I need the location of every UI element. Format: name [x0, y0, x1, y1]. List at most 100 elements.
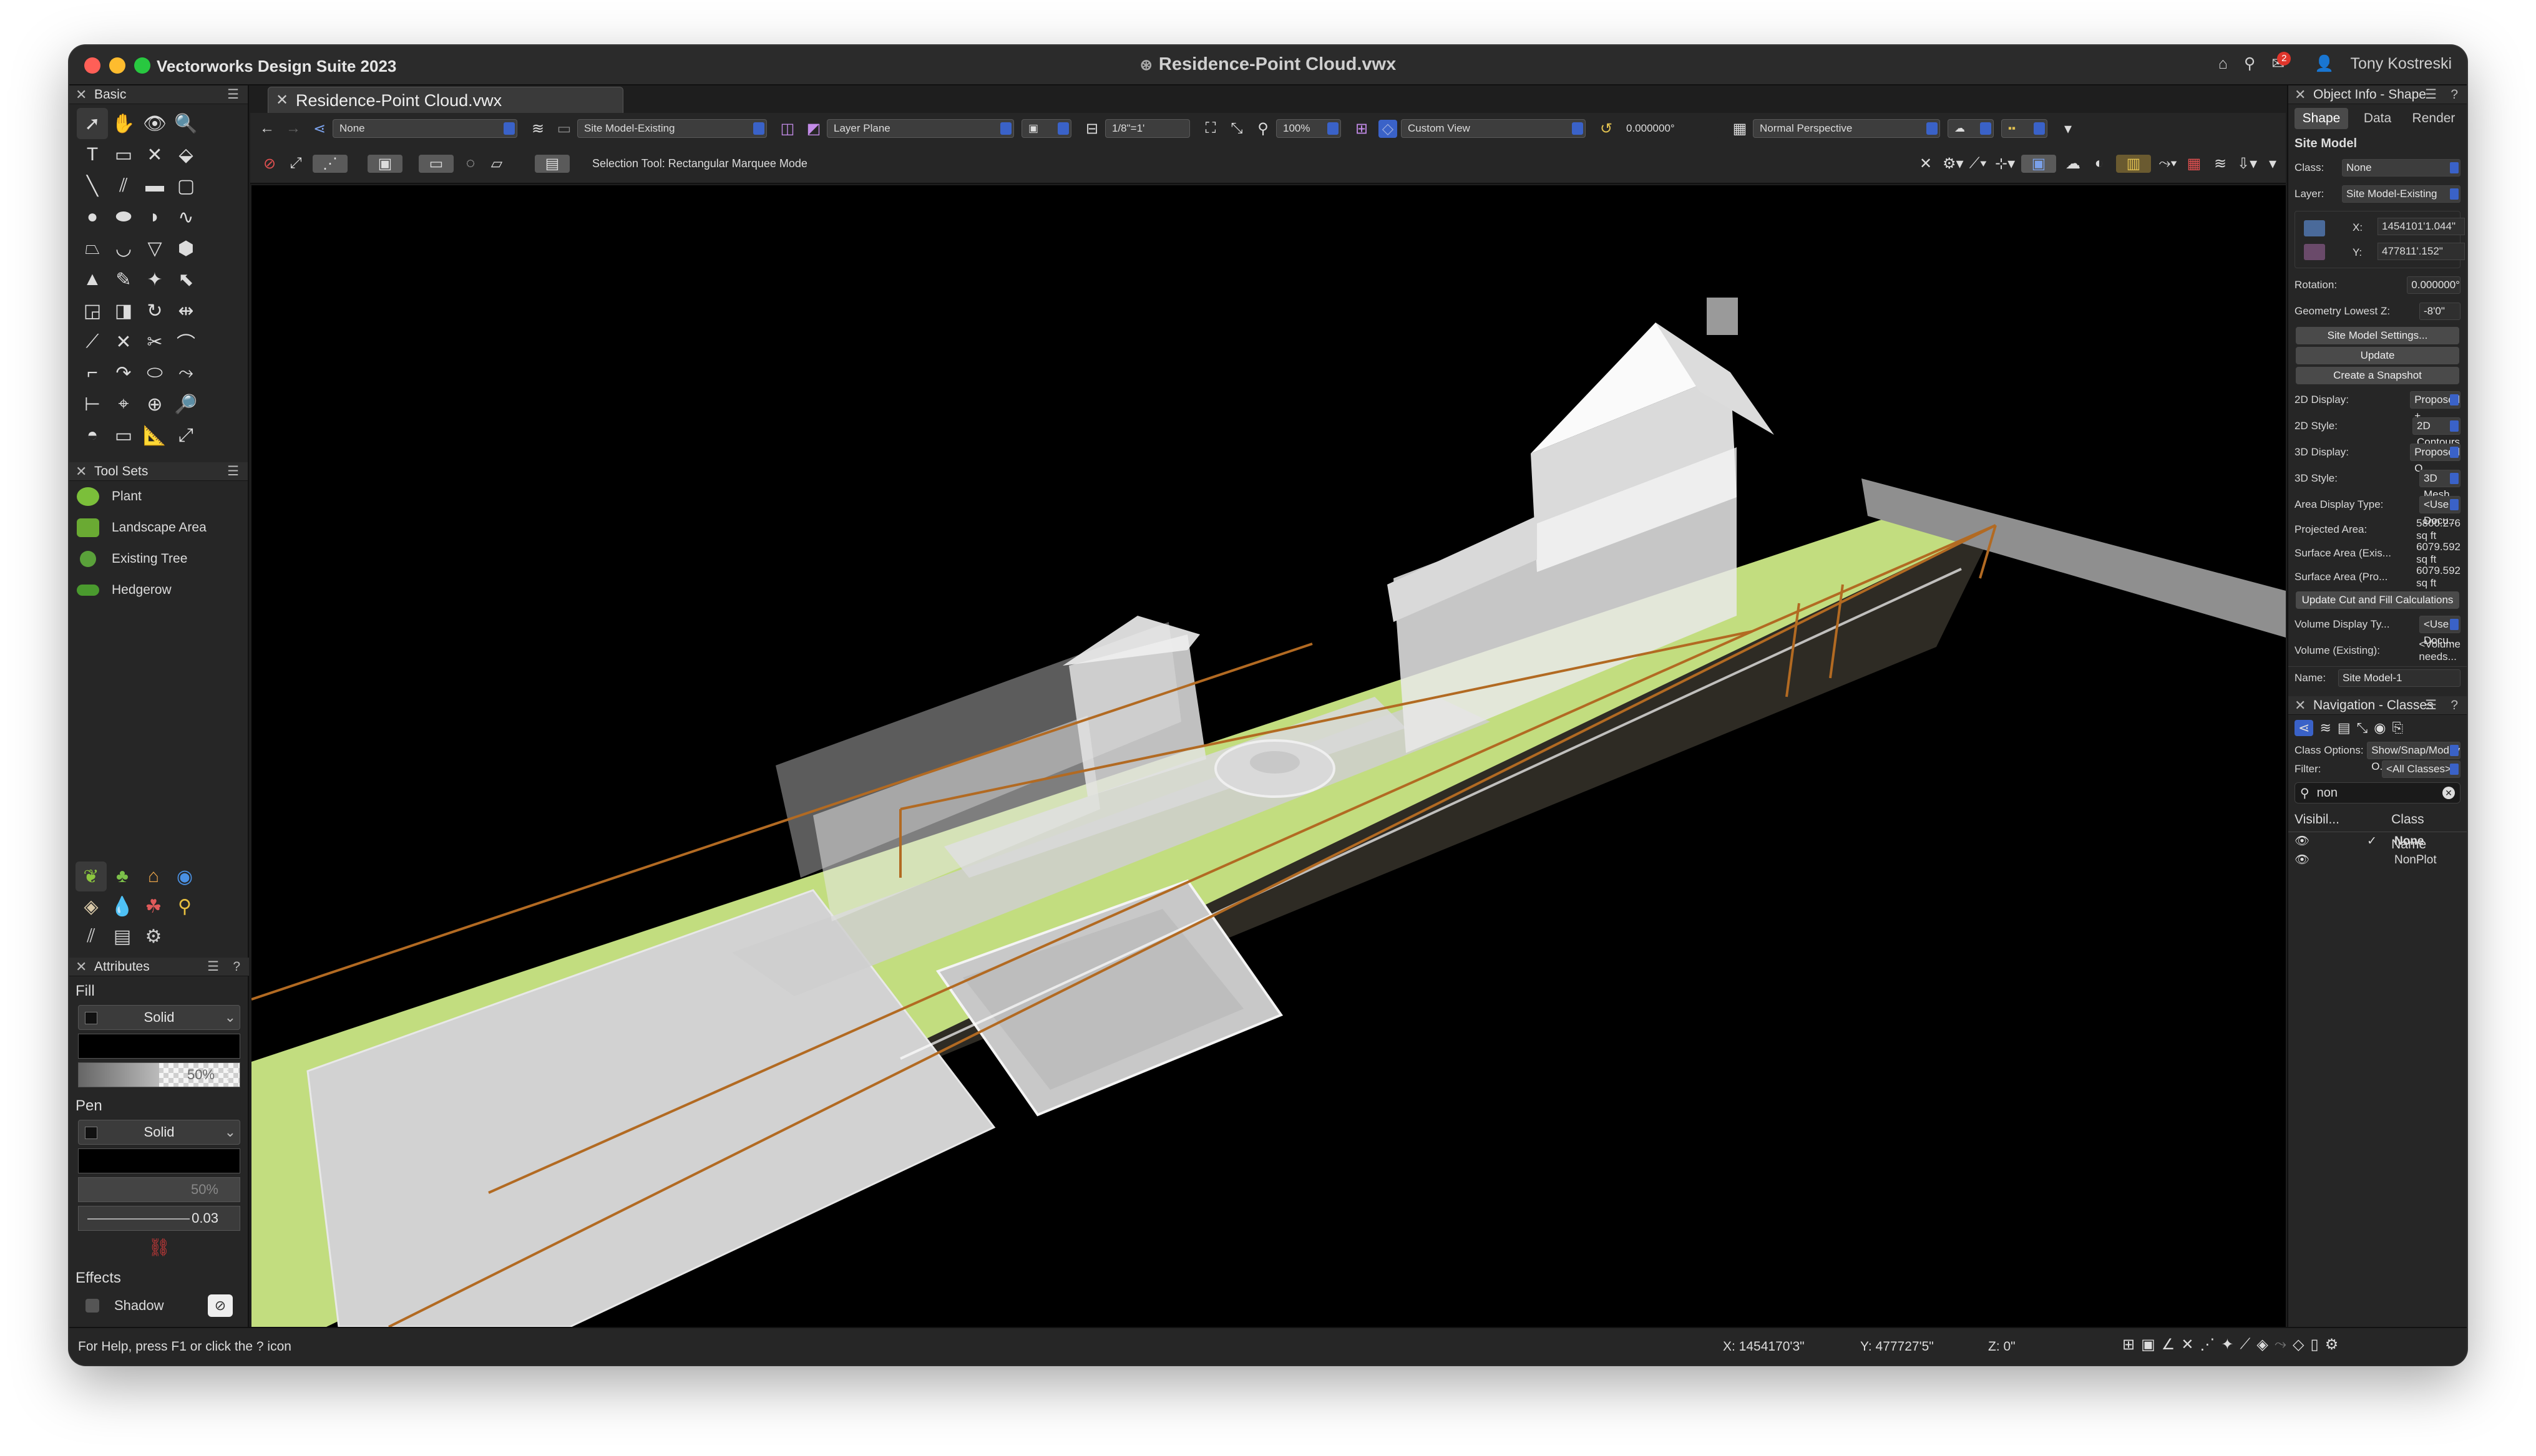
snap-options-icon[interactable]: ⊹▾ [1995, 155, 2015, 173]
class-row-nonplot[interactable]: 👁 NonPlot [2288, 851, 2467, 870]
arc-dimension-tool-icon[interactable]: ◓ [77, 420, 108, 451]
snap-loupe-icon[interactable]: ◇ [2293, 1336, 2304, 1354]
rotation-field[interactable]: 0.000000° [1619, 119, 1719, 138]
flyover-tool-icon[interactable]: 👁 [139, 108, 170, 139]
layer-options-icon[interactable]: ▭ [555, 120, 573, 138]
x-field[interactable]: 1454101'1.044" [2378, 218, 2465, 235]
site-model-settings-button[interactable]: Site Model Settings... [2296, 327, 2459, 344]
3d-display-dropdown[interactable]: Proposed O... [2410, 444, 2460, 474]
selection-tool-icon[interactable]: ➚ [77, 108, 108, 139]
tool-set-plant[interactable]: Plant [69, 481, 248, 512]
stipple-tool-icon[interactable]: ⬙ [170, 139, 202, 170]
working-plane-icon[interactable]: ◫ [778, 120, 797, 138]
render-preview-icon[interactable]: ☁ [2064, 155, 2082, 173]
polygon-tool-icon[interactable]: ▽ [139, 233, 170, 264]
shadow-checkbox[interactable] [85, 1299, 99, 1313]
view-bar-overflow-icon[interactable]: ▾ [2059, 120, 2077, 138]
class-search-field[interactable]: ⚲ non ✕ [2295, 782, 2460, 803]
tangent-arc-tool-icon[interactable]: ↷ [108, 357, 139, 389]
rotation-field[interactable]: 0.000000° [2407, 276, 2460, 294]
dimension-toolset-icon[interactable]: ⚲ [169, 891, 200, 921]
object-snap-icon[interactable]: ▣ [2021, 154, 2056, 173]
zoom-field[interactable]: 100% [1276, 119, 1341, 138]
irrigation-toolset-icon[interactable]: 💧 [107, 891, 138, 921]
dimension-tool-icon[interactable]: ✕ [139, 139, 170, 170]
snapshot-select[interactable]: ▪▪ [2001, 119, 2047, 138]
wand-tool-icon[interactable]: ✦ [139, 264, 170, 295]
position-box-icon[interactable] [2304, 220, 2325, 236]
layers-stack-icon[interactable]: ≋ [2211, 155, 2230, 173]
tool-set-landscape-area[interactable]: Landscape Area [69, 512, 248, 543]
area-type-dropdown[interactable]: <Use Docu... [2419, 496, 2460, 527]
oval-tool-icon[interactable]: ⬬ [108, 201, 139, 233]
volume-type-dropdown[interactable]: <Use Docu... [2419, 616, 2460, 646]
pen-color-swatch[interactable] [78, 1148, 240, 1173]
forward-arrow-icon[interactable]: → [284, 120, 303, 137]
scale-field[interactable]: 1/8"=1' [1105, 119, 1190, 138]
arc-tool-icon[interactable]: ⌒ [170, 326, 202, 357]
double-line-tool-icon[interactable]: ⫽ [108, 170, 139, 201]
layer-dropdown[interactable]: Site Model-Existing [2342, 185, 2460, 203]
fill-color-swatch[interactable] [78, 1034, 240, 1059]
rectangle-tool-icon[interactable]: ▬ [139, 170, 170, 201]
snap-grid-icon[interactable]: ✕ [1916, 155, 1935, 173]
position-alt-icon[interactable] [2304, 244, 2325, 260]
marquee-mode-icon[interactable]: ▣ [368, 154, 402, 173]
landscape-toolset-icon[interactable]: ♣ [107, 861, 138, 891]
tab-data[interactable]: Data [2351, 108, 2404, 129]
classes-mode-icon[interactable]: ⋖ [2295, 720, 2314, 736]
active-class-select[interactable]: None [333, 119, 517, 138]
spiral-tool-icon[interactable]: ◡ [108, 233, 139, 264]
snap-settings-icon[interactable]: ⚙ [2325, 1336, 2339, 1354]
lasso-marquee-icon[interactable]: ◌ [461, 155, 480, 172]
lighting-select[interactable]: ☁ [1948, 119, 1994, 138]
user-icon[interactable]: 👤 [2314, 55, 2334, 73]
menu-icon[interactable]: ☰ [2425, 85, 2437, 104]
misc-toolset-icon[interactable]: ⚙ [138, 921, 169, 951]
machine-design-toolset-icon[interactable]: ▤ [107, 921, 138, 951]
class-name-column-header[interactable]: Class Name [2391, 807, 2460, 852]
tool-set-hedgerow[interactable]: Hedgerow [69, 575, 248, 606]
mirror-tool-icon[interactable]: ⇹ [170, 295, 202, 326]
detailing-toolset-icon[interactable]: ◈ [76, 891, 107, 921]
rotate-tool-icon[interactable]: ↻ [139, 295, 170, 326]
search-icon[interactable]: ⚲ [2244, 54, 2255, 73]
eraser-tool-icon[interactable]: ⬭ [139, 357, 170, 389]
more-icon[interactable]: ⋮ [221, 1063, 235, 1087]
plane-mode-icon[interactable]: ◩ [804, 120, 823, 138]
settings-gear-icon[interactable]: ⚙▾ [1943, 155, 1964, 173]
connect-tool-icon[interactable]: ⤳ [170, 357, 202, 389]
visible-eye-icon[interactable]: 👁 [2295, 832, 2367, 851]
menu-icon[interactable]: ☰ [227, 462, 239, 481]
tool-preferences-icon[interactable]: ▤ [535, 154, 570, 173]
close-icon[interactable]: ✕ [2295, 696, 2306, 715]
surface-icon[interactable]: ▥ [2116, 154, 2151, 173]
smart-points-icon[interactable]: ✦ [2221, 1336, 2233, 1354]
render-mode-select[interactable]: ▣ [1022, 119, 1071, 138]
visualization-toolset-icon[interactable]: ◉ [169, 861, 200, 891]
close-icon[interactable]: ✕ [2295, 85, 2306, 104]
snap-to-intersection-icon[interactable]: ✕ [2181, 1336, 2193, 1354]
tangent-snap-icon[interactable]: ◈ [2256, 1336, 2268, 1354]
callout-tool-icon[interactable]: ▭ [108, 139, 139, 170]
menu-icon[interactable]: ☰ [207, 958, 219, 976]
sheets-mode-icon[interactable]: ▤ [2338, 720, 2351, 736]
class-row-none[interactable]: 👁 ✓ None [2288, 832, 2467, 851]
zoom-to-fit-icon[interactable]: ⛶ [1201, 120, 1220, 137]
tab-render[interactable]: Render [2407, 108, 2460, 129]
bezier-tool-icon[interactable]: ⌐ [77, 357, 108, 389]
close-icon[interactable]: ✕ [76, 462, 87, 481]
visibility-tool-icon[interactable]: ⬉ [170, 264, 202, 295]
close-icon[interactable]: ✕ [76, 85, 87, 104]
menu-icon[interactable]: ☰ [227, 85, 239, 104]
constraint-icon[interactable]: ⟋▾ [1969, 155, 1987, 172]
disable-interactive-scaling-icon[interactable]: ⊘ [260, 155, 279, 173]
views-mode-icon[interactable]: ◉ [2374, 720, 2386, 736]
standard-views-icon[interactable]: ⊞ [1352, 120, 1371, 138]
active-layer-select[interactable]: Site Model-Existing [577, 119, 767, 138]
create-snapshot-button[interactable]: Create a Snapshot [2296, 367, 2459, 384]
site-planning-toolset-icon[interactable]: ❦ [76, 861, 107, 891]
zoom-area-icon[interactable]: ⤡ [1227, 120, 1246, 137]
plane-select[interactable]: Layer Plane [827, 119, 1014, 138]
home-icon[interactable]: ⌂ [2218, 55, 2228, 73]
